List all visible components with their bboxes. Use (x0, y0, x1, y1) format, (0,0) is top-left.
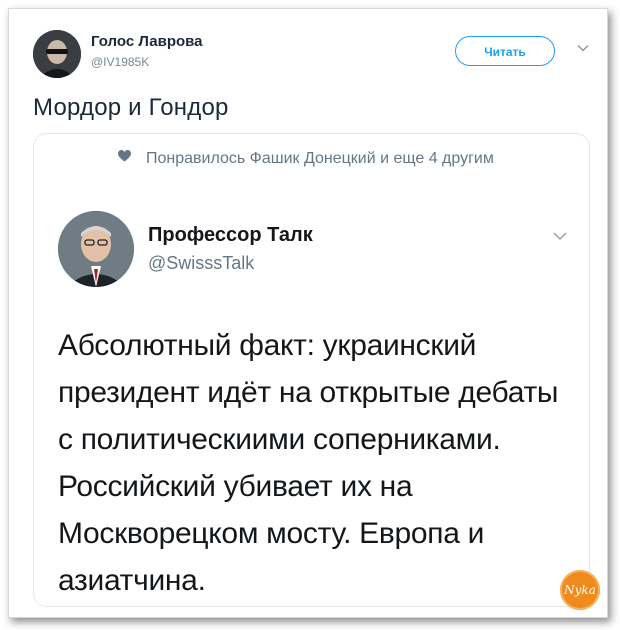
follow-button[interactable]: Читать (455, 36, 555, 66)
chevron-down-icon[interactable] (577, 42, 589, 54)
chevron-down-icon[interactable] (553, 229, 567, 243)
quoted-tweet-text: Абсолютный факт: украинский президент ид… (58, 329, 559, 597)
liked-by-text: Понравилось Фашик Донецкий и еще 4 други… (146, 150, 494, 167)
quoted-author-name[interactable]: Профессор Талк (148, 224, 313, 247)
quoted-author-avatar[interactable] (58, 211, 134, 287)
tweet-text: Мордор и Гондор (33, 94, 229, 121)
author-avatar[interactable] (33, 30, 81, 78)
author-handle[interactable]: @IV1985K (91, 55, 149, 69)
author-name[interactable]: Голос Лаврова (91, 33, 203, 50)
watermark-logo: Nyka (560, 570, 600, 610)
heart-icon (118, 150, 131, 162)
quoted-author-handle[interactable]: @SwisssTalk (148, 253, 254, 274)
